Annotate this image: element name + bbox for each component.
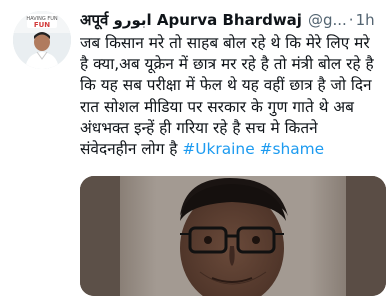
user-handle[interactable]: @g... bbox=[308, 11, 347, 29]
tweet-text-line: कि यह सब परीक्षा में फेल थे यह वहीं छात्… bbox=[80, 76, 372, 95]
tweet-header: अपूर्व ابورو Apurva Bhardwaj @g... · 1h bbox=[80, 9, 386, 31]
display-name[interactable]: अपूर्व ابورو Apurva Bhardwaj bbox=[80, 10, 302, 30]
avatar-image: HAVING FUN FUN bbox=[13, 11, 71, 69]
hashtag-shame[interactable]: #shame bbox=[260, 140, 325, 158]
tweet-text-line: जब किसान मरे तो साहब बोल रहे थे कि मेरे … bbox=[80, 34, 370, 52]
tweet-media-photo[interactable] bbox=[80, 176, 386, 296]
tweet-text-line: अंधभक्त इन्हें ही गरिया रहे है सच मे कित… bbox=[80, 118, 318, 137]
tweet-text: जब किसान मरे तो साहब बोल रहे थे कि मेरे … bbox=[80, 33, 386, 160]
photo-of-young-man-with-glasses bbox=[80, 176, 386, 296]
timestamp[interactable]: 1h bbox=[356, 11, 375, 29]
hashtag-ukraine[interactable]: #Ukraine bbox=[182, 140, 254, 158]
tweet-text-last-line: संवेदनहीन लोग है #Ukraine #shame bbox=[80, 139, 386, 160]
tweet-text-line: रात सोशल मीडिया पर सरकार के गुण गाते थे … bbox=[80, 97, 354, 116]
tweet[interactable]: HAVING FUN FUN अपूर्व ابورو Apurva Bhard… bbox=[0, 0, 392, 296]
svg-text:FUN: FUN bbox=[34, 21, 50, 29]
tweet-text-fragment: संवेदनहीन लोग है bbox=[80, 140, 178, 159]
tweet-text-line: है क्या,अब यूक्रेन में छात्र मर रहे है त… bbox=[80, 55, 374, 74]
avatar[interactable]: HAVING FUN FUN bbox=[13, 11, 71, 69]
header-separator: · bbox=[348, 11, 354, 29]
